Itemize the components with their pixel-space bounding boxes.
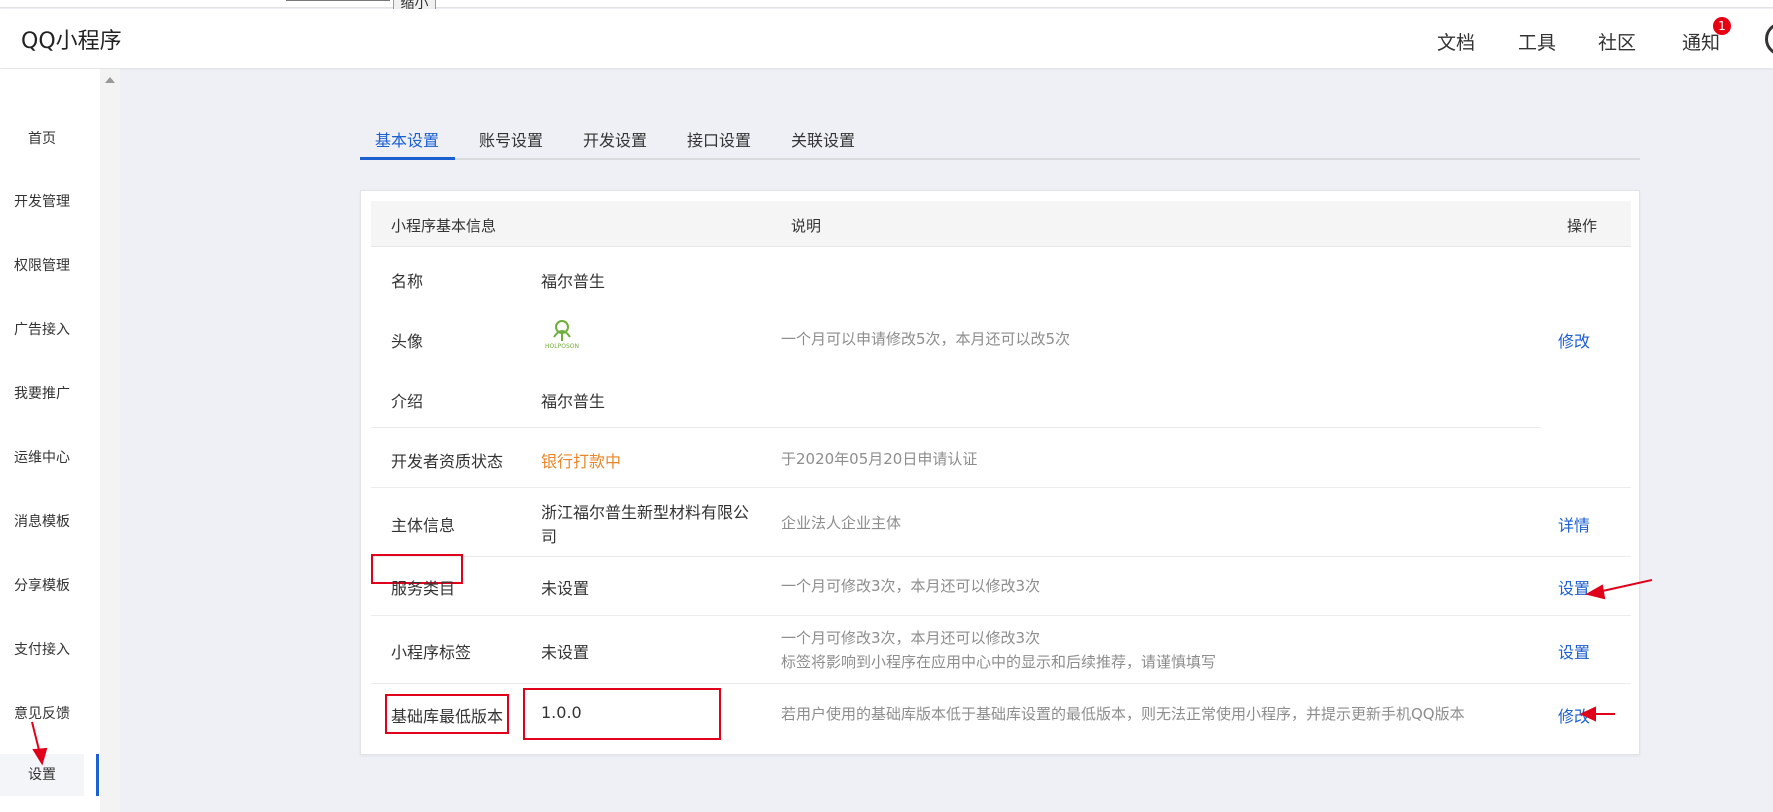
row-desc-service-category: 一个月可修改3次，本月还可以修改3次 (781, 577, 1041, 595)
tab-dev-settings[interactable]: 开发设置 (583, 127, 647, 151)
brand-title[interactable]: QQ小程序 (21, 23, 122, 55)
sidebar-item-dev-manage[interactable]: 开发管理 (0, 191, 100, 211)
sidebar: 首页 开发管理 权限管理 广告接入 我要推广 运维中心 消息模板 分享模板 支付… (0, 69, 100, 812)
tab-basic-settings[interactable]: 基本设置 (375, 127, 439, 151)
nav-notifications[interactable]: 通知 (1682, 28, 1720, 55)
sidebar-item-feedback[interactable]: 意见反馈 (0, 703, 100, 723)
logo-text: HOLPOSON (545, 343, 579, 350)
nav-community[interactable]: 社区 (1598, 28, 1636, 55)
row-value-entity-line2: 司 (541, 527, 558, 546)
row-label-entity: 主体信息 (391, 516, 456, 535)
row-label-service-category: 服务类目 (391, 579, 456, 598)
row-value-service-category: 未设置 (541, 579, 590, 598)
sidebar-item-payment[interactable]: 支付接入 (0, 639, 100, 659)
active-tab-underline (360, 157, 455, 160)
basic-info-card: 小程序基本信息 说明 操作 名称 福尔普生 头像 HOLPOSON 一个月可以申… (360, 190, 1640, 755)
row-desc-entity: 企业法人企业主体 (781, 514, 902, 532)
notification-badge: 1 (1713, 17, 1731, 35)
row-desc-tags-line1: 一个月可修改3次，本月还可以修改3次 (781, 629, 1041, 647)
row-label-avatar: 头像 (391, 332, 424, 351)
tab-link-settings[interactable]: 关联设置 (791, 127, 855, 151)
toolbar-input[interactable] (286, 0, 390, 1)
row-label-min-lib-version: 基础库最低版本 (391, 707, 504, 726)
row-label-dev-qualification: 开发者资质状态 (391, 452, 504, 471)
service-category-set-link[interactable]: 设置 (1558, 575, 1590, 599)
avatar[interactable] (1765, 22, 1773, 56)
col-header-action: 操作 (1567, 217, 1598, 235)
tags-set-link[interactable]: 设置 (1558, 639, 1590, 663)
row-label-name: 名称 (391, 272, 424, 291)
top-header: QQ小程序 文档 工具 社区 通知 1 (0, 9, 1773, 68)
browser-toolbar-strip: 缩小 (0, 0, 1773, 16)
nav-tools[interactable]: 工具 (1518, 28, 1556, 55)
row-divider (371, 683, 1631, 684)
row-label-intro: 介绍 (391, 392, 424, 411)
sidebar-item-settings[interactable]: 设置 (0, 754, 84, 796)
sidebar-item-ads[interactable]: 广告接入 (0, 319, 100, 339)
row-divider (371, 615, 1631, 616)
table-header: 小程序基本信息 说明 操作 (371, 201, 1631, 247)
status-badge: 银行打款中 (541, 452, 622, 471)
row-desc-dev-qualification: 于2020年05月20日申请认证 (781, 450, 978, 468)
row-value-tags: 未设置 (541, 643, 590, 662)
sidebar-active-indicator (96, 754, 99, 796)
row-divider (371, 487, 1631, 488)
entity-details-link[interactable]: 详情 (1558, 512, 1590, 536)
avatar-edit-link[interactable]: 修改 (1558, 328, 1590, 352)
sidebar-item-home[interactable]: 首页 (0, 128, 84, 148)
col-header-desc: 说明 (791, 217, 822, 235)
row-label-tags: 小程序标签 (391, 643, 472, 662)
row-value-min-lib-version: 1.0.0 (541, 703, 582, 722)
nav-docs[interactable]: 文档 (1437, 28, 1475, 55)
row-divider (371, 556, 1631, 557)
sidebar-scrollbar[interactable] (100, 69, 120, 812)
sidebar-item-ops[interactable]: 运维中心 (0, 447, 100, 467)
col-header-info: 小程序基本信息 (391, 217, 497, 235)
settings-tabs: 基本设置 账号设置 开发设置 接口设置 关联设置 (360, 112, 1640, 160)
row-value-entity-line1: 浙江福尔普生新型材料有限公 (541, 503, 750, 522)
min-lib-version-edit-link[interactable]: 修改 (1558, 703, 1590, 727)
row-desc-min-lib-version: 若用户使用的基础库版本低于基础库设置的最低版本，则无法正常使用小程序，并提示更新… (781, 705, 1465, 723)
tab-api-settings[interactable]: 接口设置 (687, 127, 751, 151)
row-desc-avatar: 一个月可以申请修改5次，本月还可以改5次 (781, 330, 1071, 348)
row-desc-tags-line2: 标签将影响到小程序在应用中心中的显示和后续推荐，请谨慎填写 (781, 653, 1217, 671)
sidebar-item-message-templates[interactable]: 消息模板 (0, 511, 100, 531)
scroll-up-icon[interactable] (105, 77, 115, 83)
row-value-intro: 福尔普生 (541, 392, 606, 411)
tab-account-settings[interactable]: 账号设置 (479, 127, 543, 151)
app-logo: HOLPOSON (541, 317, 583, 351)
sidebar-item-share-templates[interactable]: 分享模板 (0, 575, 100, 595)
row-divider (371, 427, 1541, 428)
sidebar-item-promote[interactable]: 我要推广 (0, 383, 100, 403)
sidebar-item-permissions[interactable]: 权限管理 (0, 255, 100, 275)
row-value-name: 福尔普生 (541, 272, 606, 291)
